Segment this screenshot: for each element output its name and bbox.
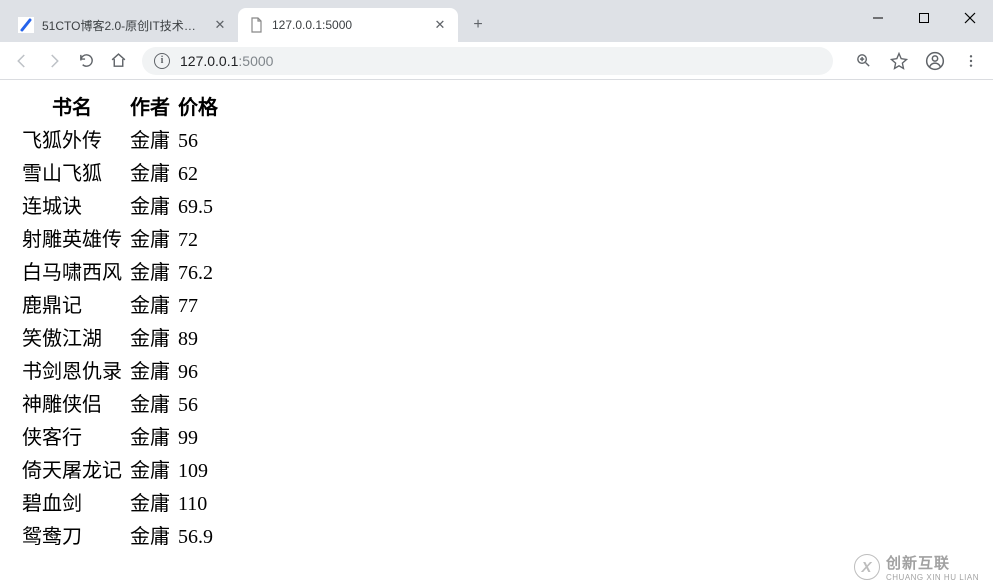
cell-author: 金庸: [126, 224, 174, 257]
books-table: 书名 作者 价格 飞狐外传金庸56雪山飞狐金庸62连城诀金庸69.5射雕英雄传金…: [18, 92, 222, 554]
url-host: 127.0.0.1: [180, 53, 238, 69]
home-button[interactable]: [104, 47, 132, 75]
table-row: 倚天屠龙记金庸109: [18, 455, 222, 488]
cell-title: 神雕侠侣: [18, 389, 126, 422]
table-row: 白马啸西风金庸76.2: [18, 257, 222, 290]
url-text: 127.0.0.1:5000: [180, 53, 273, 69]
window-controls: [855, 0, 993, 36]
table-row: 鹿鼎记金庸77: [18, 290, 222, 323]
table-row: 雪山飞狐金庸62: [18, 158, 222, 191]
cell-author: 金庸: [126, 356, 174, 389]
table-row: 侠客行金庸99: [18, 422, 222, 455]
site-info-icon[interactable]: i: [154, 53, 170, 69]
new-tab-button[interactable]: +: [464, 11, 492, 39]
cell-price: 99: [174, 422, 222, 455]
close-icon[interactable]: ✕: [432, 17, 448, 33]
cell-author: 金庸: [126, 257, 174, 290]
cell-title: 连城诀: [18, 191, 126, 224]
cell-author: 金庸: [126, 191, 174, 224]
watermark-brand: 创新互联: [886, 555, 950, 572]
watermark: X 创新互联 CHUANG XIN HU LIAN: [854, 552, 979, 582]
table-row: 射雕英雄传金庸72: [18, 224, 222, 257]
close-icon[interactable]: ✕: [212, 17, 228, 33]
profile-icon[interactable]: [921, 47, 949, 75]
cell-author: 金庸: [126, 158, 174, 191]
cell-title: 白马啸西风: [18, 257, 126, 290]
cell-price: 56.9: [174, 521, 222, 554]
cell-title: 倚天屠龙记: [18, 455, 126, 488]
browser-titlebar: 51CTO博客2.0-原创IT技术文章分 ✕ 127.0.0.1:5000 ✕ …: [0, 0, 993, 42]
table-row: 笑傲江湖金庸89: [18, 323, 222, 356]
cell-price: 62: [174, 158, 222, 191]
cell-price: 76.2: [174, 257, 222, 290]
cell-price: 77: [174, 290, 222, 323]
col-author: 作者: [126, 92, 174, 125]
cell-title: 雪山飞狐: [18, 158, 126, 191]
bookmark-icon[interactable]: [885, 47, 913, 75]
favicon-51cto: [18, 17, 34, 33]
cell-title: 鸳鸯刀: [18, 521, 126, 554]
reload-button[interactable]: [72, 47, 100, 75]
zoom-icon[interactable]: [849, 47, 877, 75]
table-row: 碧血剑金庸110: [18, 488, 222, 521]
table-row: 神雕侠侣金庸56: [18, 389, 222, 422]
cell-price: 89: [174, 323, 222, 356]
close-window-button[interactable]: [947, 2, 993, 34]
cell-title: 书剑恩仇录: [18, 356, 126, 389]
browser-toolbar: i 127.0.0.1:5000: [0, 42, 993, 80]
cell-price: 56: [174, 389, 222, 422]
cell-author: 金庸: [126, 125, 174, 158]
col-price: 价格: [174, 92, 222, 125]
watermark-sub: CHUANG XIN HU LIAN: [886, 573, 979, 582]
url-port: :5000: [238, 53, 273, 69]
cell-title: 飞狐外传: [18, 125, 126, 158]
cell-title: 射雕英雄传: [18, 224, 126, 257]
favicon-page-icon: [248, 17, 264, 33]
tab-51cto[interactable]: 51CTO博客2.0-原创IT技术文章分 ✕: [8, 8, 238, 42]
forward-button[interactable]: [40, 47, 68, 75]
cell-price: 109: [174, 455, 222, 488]
menu-icon[interactable]: [957, 47, 985, 75]
watermark-logo-icon: X: [854, 554, 880, 580]
cell-price: 72: [174, 224, 222, 257]
cell-price: 56: [174, 125, 222, 158]
col-title: 书名: [18, 92, 126, 125]
cell-author: 金庸: [126, 323, 174, 356]
cell-title: 鹿鼎记: [18, 290, 126, 323]
cell-title: 碧血剑: [18, 488, 126, 521]
minimize-button[interactable]: [855, 2, 901, 34]
page-content: 书名 作者 价格 飞狐外传金庸56雪山飞狐金庸62连城诀金庸69.5射雕英雄传金…: [0, 80, 993, 566]
toolbar-right: [843, 47, 985, 75]
cell-author: 金庸: [126, 488, 174, 521]
table-row: 飞狐外传金庸56: [18, 125, 222, 158]
table-row: 连城诀金庸69.5: [18, 191, 222, 224]
cell-author: 金庸: [126, 290, 174, 323]
cell-price: 110: [174, 488, 222, 521]
cell-title: 笑傲江湖: [18, 323, 126, 356]
back-button[interactable]: [8, 47, 36, 75]
maximize-button[interactable]: [901, 2, 947, 34]
tab-title: 51CTO博客2.0-原创IT技术文章分: [42, 17, 206, 34]
cell-author: 金庸: [126, 422, 174, 455]
cell-author: 金庸: [126, 521, 174, 554]
tab-title: 127.0.0.1:5000: [272, 18, 426, 32]
cell-author: 金庸: [126, 455, 174, 488]
cell-author: 金庸: [126, 389, 174, 422]
tab-localhost[interactable]: 127.0.0.1:5000 ✕: [238, 8, 458, 42]
table-row: 鸳鸯刀金庸56.9: [18, 521, 222, 554]
cell-price: 69.5: [174, 191, 222, 224]
cell-title: 侠客行: [18, 422, 126, 455]
table-row: 书剑恩仇录金庸96: [18, 356, 222, 389]
cell-price: 96: [174, 356, 222, 389]
address-bar[interactable]: i 127.0.0.1:5000: [142, 47, 833, 75]
table-header-row: 书名 作者 价格: [18, 92, 222, 125]
